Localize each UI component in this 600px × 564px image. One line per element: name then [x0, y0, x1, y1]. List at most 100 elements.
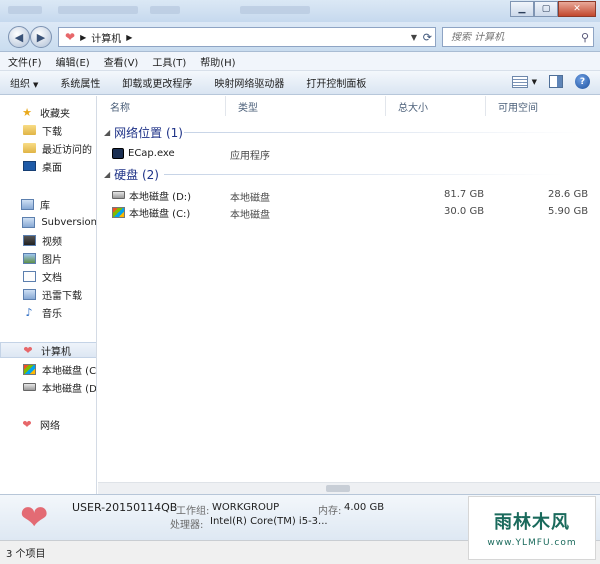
- sidebar-item-label: 网络: [40, 420, 60, 432]
- scrollbar-thumb[interactable]: [326, 485, 350, 492]
- workgroup-label: 工作组:: [176, 506, 210, 517]
- item-total-size: 30.0 GB: [444, 206, 485, 217]
- video-icon: [22, 234, 36, 246]
- address-input[interactable]: ❤ ▶ 计算机 ▶ ▼ ⟳: [58, 27, 436, 47]
- title-bar: ▁ ▢ ✕: [0, 0, 600, 22]
- collapse-icon: ◢: [104, 127, 111, 137]
- picture-icon: [22, 252, 36, 264]
- sidebar-item-label: 收藏夹: [40, 108, 70, 120]
- sidebar-item-computer[interactable]: ❤ 计算机: [0, 342, 96, 358]
- help-icon[interactable]: ?: [575, 74, 590, 89]
- refresh-icon[interactable]: ⟳: [423, 31, 432, 44]
- organize-button[interactable]: 组织 ▼: [10, 75, 38, 90]
- sidebar-item-documents[interactable]: 文档: [0, 268, 96, 284]
- sidebar-item-music[interactable]: ♪ 音乐: [0, 304, 96, 320]
- windows-drive-icon: [112, 206, 125, 218]
- item-type: 应用程序: [230, 151, 270, 162]
- maximize-button[interactable]: ▢: [534, 1, 558, 17]
- group-header-hard-drives[interactable]: ◢ 硬盘 (2): [104, 166, 594, 182]
- system-properties-button[interactable]: 系统属性: [60, 75, 100, 90]
- minimize-icon: ▁: [518, 4, 526, 14]
- application-icon: [112, 147, 124, 159]
- sidebar-item-thunder-downloads[interactable]: 迅雷下载: [0, 286, 96, 302]
- sidebar-item-label: 库: [40, 200, 50, 212]
- sidebar-item-label: 本地磁盘 (D: [42, 383, 97, 395]
- uninstall-program-button[interactable]: 卸载或更改程序: [122, 75, 192, 90]
- sidebar-item-recent[interactable]: 最近访问的: [0, 140, 96, 156]
- menu-file[interactable]: 文件(F): [8, 54, 42, 69]
- sidebar-item-label: 音乐: [42, 308, 62, 320]
- memory-label: 内存:: [318, 506, 342, 517]
- sidebar-item-libraries[interactable]: 库: [0, 196, 96, 212]
- list-item[interactable]: ECap.exe 应用程序: [112, 145, 592, 162]
- map-network-drive-button[interactable]: 映射网络驱动器: [214, 75, 284, 90]
- horizontal-scrollbar[interactable]: [98, 482, 600, 494]
- sidebar-item-desktop[interactable]: 桌面: [0, 158, 96, 174]
- item-type: 本地磁盘: [230, 210, 270, 221]
- sidebar-item-label: 最近访问的: [42, 144, 92, 156]
- dropdown-arrow-icon: ▼: [531, 77, 537, 86]
- sidebar-item-pictures[interactable]: 图片: [0, 250, 96, 266]
- sidebar-item-favorites[interactable]: ★ 收藏夹: [0, 104, 96, 120]
- drive-icon: [112, 191, 125, 199]
- computer-icon: ❤: [65, 30, 76, 44]
- forward-button[interactable]: ▶: [30, 26, 52, 48]
- close-button[interactable]: ✕: [558, 1, 596, 17]
- address-dropdown-icon[interactable]: ▼: [411, 33, 417, 42]
- watermark-logo: 雨林木风 www.YLMFU.com: [468, 496, 596, 560]
- group-header-network-locations[interactable]: ◢ 网络位置 (1): [104, 124, 594, 140]
- column-header-type[interactable]: 类型: [226, 96, 386, 116]
- menu-bar: 文件(F) 编辑(E) 查看(V) 工具(T) 帮助(H): [0, 52, 600, 71]
- desktop-icon: [22, 160, 36, 172]
- sidebar-item-drive-d[interactable]: 本地磁盘 (D: [0, 379, 97, 395]
- breadcrumb-separator-icon: ▶: [80, 32, 87, 42]
- list-item[interactable]: 本地磁盘 (C:) 本地磁盘 30.0 GB 5.90 GB: [112, 204, 592, 221]
- item-free-space: 28.6 GB: [548, 189, 589, 200]
- file-list: 名称 类型 总大小 可用空间 ◢ 网络位置 (1) ECap.exe 应用程序 …: [98, 96, 600, 494]
- sidebar-item-label: 桌面: [42, 162, 62, 174]
- breadcrumb-computer[interactable]: 计算机: [91, 30, 121, 45]
- sidebar-item-videos[interactable]: 视频: [0, 232, 96, 248]
- item-name: 本地磁盘 (C:): [129, 208, 191, 220]
- sidebar-item-label: Subversion: [41, 216, 97, 228]
- dropdown-arrow-icon: ▼: [33, 81, 39, 89]
- list-item[interactable]: 本地磁盘 (D:) 本地磁盘 81.7 GB 28.6 GB: [112, 187, 592, 204]
- blurred-tab: [240, 6, 310, 14]
- folder-icon: [22, 124, 36, 136]
- back-arrow-icon: ◀: [14, 30, 24, 44]
- menu-edit[interactable]: 编辑(E): [56, 54, 90, 69]
- blurred-tab: [58, 6, 138, 14]
- blurred-tab: [150, 6, 180, 14]
- preview-pane-icon[interactable]: [549, 75, 563, 88]
- drive-icon: [22, 381, 36, 393]
- menu-tools[interactable]: 工具(T): [152, 54, 186, 69]
- back-button[interactable]: ◀: [8, 26, 30, 48]
- column-header-total-size[interactable]: 总大小: [386, 96, 486, 116]
- minimize-button[interactable]: ▁: [510, 1, 534, 17]
- group-divider: [184, 132, 584, 133]
- watermark-title: 雨林木风: [494, 512, 570, 533]
- sidebar-item-network[interactable]: ❤ 网络: [0, 416, 96, 432]
- menu-help[interactable]: 帮助(H): [200, 54, 235, 69]
- change-view-button[interactable]: ▼: [511, 75, 537, 88]
- sidebar-item-subversion[interactable]: Subversion: [0, 214, 97, 230]
- folder-icon: [22, 142, 36, 154]
- column-header-name[interactable]: 名称: [98, 96, 226, 116]
- menu-view[interactable]: 查看(V): [104, 54, 139, 69]
- sidebar-item-label: 文档: [42, 272, 62, 284]
- sidebar-item-label: 下载: [42, 126, 62, 138]
- group-title: 网络位置 (1): [114, 125, 183, 140]
- item-total-size: 81.7 GB: [444, 189, 485, 200]
- item-free-space: 5.90 GB: [548, 206, 589, 217]
- window-controls: ▁ ▢ ✕: [510, 1, 596, 17]
- computer-name: USER-20150114QB: [72, 501, 178, 514]
- sidebar-item-drive-c[interactable]: 本地磁盘 (C: [0, 361, 96, 377]
- sidebar-item-downloads[interactable]: 下载: [0, 122, 96, 138]
- column-header-free-space[interactable]: 可用空间: [486, 96, 600, 116]
- search-input[interactable]: [451, 31, 571, 43]
- open-control-panel-button[interactable]: 打开控制面板: [306, 75, 366, 90]
- workgroup-value: WORKGROUP: [212, 502, 280, 513]
- search-icon[interactable]: ⚲: [581, 31, 589, 44]
- breadcrumb-separator-icon[interactable]: ▶: [126, 33, 132, 42]
- processor-label: 处理器:: [170, 520, 204, 531]
